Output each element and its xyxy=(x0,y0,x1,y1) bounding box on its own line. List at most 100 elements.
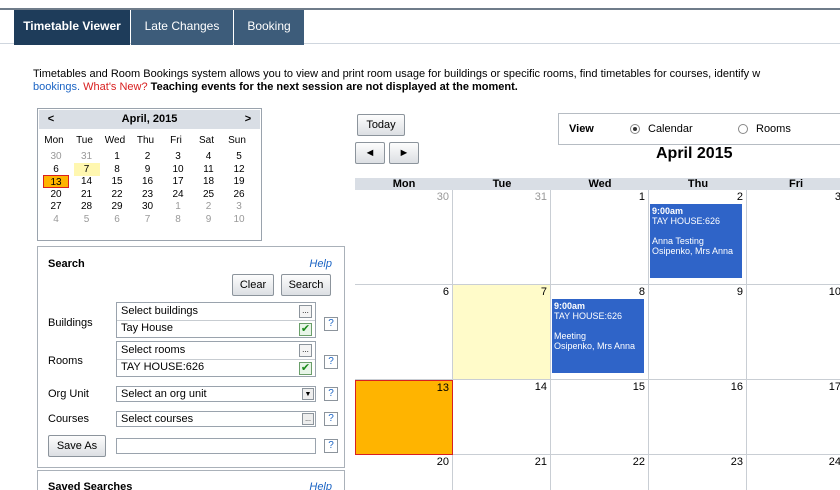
mini-calendar-day[interactable]: 23 xyxy=(135,188,161,201)
rooms-radio-label[interactable]: Rooms xyxy=(756,123,791,135)
mini-calendar-day[interactable]: 13 xyxy=(43,175,69,189)
org-unit-help-icon[interactable]: ? xyxy=(324,387,338,401)
mini-prev-month-button[interactable]: < xyxy=(42,110,60,129)
calendar-day-cell[interactable]: 22 xyxy=(551,455,649,490)
courses-browse-button[interactable]: ... xyxy=(302,413,314,425)
mini-calendar-day[interactable]: 8 xyxy=(104,163,130,176)
calendar-day-cell[interactable]: 1 xyxy=(551,190,649,285)
courses-help-icon[interactable]: ? xyxy=(324,412,338,426)
mini-calendar-day[interactable]: 27 xyxy=(43,200,69,213)
calendar-day-cell[interactable]: 16 xyxy=(649,380,747,455)
mini-calendar-day[interactable]: 28 xyxy=(74,200,100,213)
mini-calendar-day[interactable]: 11 xyxy=(196,163,222,176)
mini-calendar-day[interactable]: 2 xyxy=(135,150,161,163)
calendar-day-cell[interactable]: 6 xyxy=(355,285,453,380)
mini-calendar-day[interactable]: 10 xyxy=(165,163,191,176)
event-spacer xyxy=(554,321,642,331)
mini-calendar-day[interactable]: 10 xyxy=(226,213,252,226)
search-help-link[interactable]: Help xyxy=(309,258,332,270)
mini-calendar-day[interactable]: 9 xyxy=(135,163,161,176)
mini-calendar-day[interactable]: 3 xyxy=(226,200,252,213)
mini-calendar-day[interactable]: 19 xyxy=(226,175,252,188)
buildings-browse-button[interactable]: ... xyxy=(299,305,312,318)
mini-calendar-day[interactable]: 8 xyxy=(165,213,191,226)
mini-calendar-day[interactable]: 31 xyxy=(74,150,100,163)
tab-timetable-viewer[interactable]: Timetable Viewer xyxy=(14,10,130,45)
next-month-button[interactable]: ► xyxy=(389,142,419,164)
calendar-day-cell[interactable]: 31 xyxy=(453,190,551,285)
mini-calendar-day[interactable]: 5 xyxy=(74,213,100,226)
mini-calendar-day[interactable]: 5 xyxy=(226,150,252,163)
mini-calendar-day[interactable]: 12 xyxy=(226,163,252,176)
mini-calendar-day[interactable]: 3 xyxy=(165,150,191,163)
mini-calendar-day[interactable]: 24 xyxy=(165,188,191,201)
calendar-day-cell[interactable]: 24 xyxy=(747,455,840,490)
buildings-help-icon[interactable]: ? xyxy=(324,317,338,331)
mini-calendar-day[interactable]: 25 xyxy=(196,188,222,201)
mini-calendar-day[interactable]: 6 xyxy=(104,213,130,226)
mini-calendar-day[interactable]: 2 xyxy=(196,200,222,213)
calendar-day-cell[interactable]: 15 xyxy=(551,380,649,455)
mini-calendar-day[interactable]: 7 xyxy=(135,213,161,226)
calendar-day-cell[interactable]: 20 xyxy=(355,455,453,490)
save-as-button[interactable]: Save As xyxy=(48,435,106,457)
mini-calendar-day[interactable]: 30 xyxy=(43,150,69,163)
saved-searches-help-link[interactable]: Help xyxy=(309,481,332,490)
mini-calendar-day[interactable]: 26 xyxy=(226,188,252,201)
check-icon[interactable]: ✔ xyxy=(299,323,312,336)
rooms-field[interactable]: Select rooms ... TAY HOUSE:626 ✔ xyxy=(116,341,316,377)
calendar-day-cell[interactable]: 13 xyxy=(355,380,453,455)
save-as-help-icon[interactable]: ? xyxy=(324,439,338,453)
bookings-link[interactable]: bookings. xyxy=(33,81,80,93)
mini-calendar-day[interactable]: 20 xyxy=(43,188,69,201)
mini-calendar-day[interactable]: 9 xyxy=(196,213,222,226)
org-unit-select[interactable]: Select an org unit ▼ xyxy=(116,386,316,402)
calendar-event[interactable]: 9:00am TAY HOUSE:626 Meeting Osipenko, Mrs… xyxy=(552,299,644,373)
rooms-radio[interactable] xyxy=(738,124,748,134)
mini-next-month-button[interactable]: > xyxy=(239,110,257,129)
mini-calendar-day[interactable]: 4 xyxy=(196,150,222,163)
calendar-day-cell[interactable]: 3 xyxy=(747,190,840,285)
tab-late-changes[interactable]: Late Changes xyxy=(131,10,233,45)
buildings-field[interactable]: Select buildings ... Tay House ✔ xyxy=(116,302,316,338)
mini-calendar-day[interactable]: 30 xyxy=(135,200,161,213)
chevron-down-icon[interactable]: ▼ xyxy=(302,388,314,400)
mini-calendar-day[interactable]: 1 xyxy=(104,150,130,163)
mini-calendar-day[interactable]: 15 xyxy=(104,175,130,188)
calendar-radio-label[interactable]: Calendar xyxy=(648,123,693,135)
event-room: TAY HOUSE:626 xyxy=(554,311,623,321)
mini-calendar-day[interactable]: 21 xyxy=(74,188,100,201)
mini-calendar-day[interactable]: 4 xyxy=(43,213,69,226)
calendar-day-cell[interactable]: 30 xyxy=(355,190,453,285)
calendar-day-cell[interactable]: 21 xyxy=(453,455,551,490)
calendar-day-cell[interactable]: 14 xyxy=(453,380,551,455)
mini-calendar-day[interactable]: 14 xyxy=(74,175,100,188)
tab-booking[interactable]: Booking xyxy=(234,10,304,45)
calendar-day-cell[interactable]: 10 xyxy=(747,285,840,380)
mini-calendar-day[interactable]: 7 xyxy=(73,162,100,176)
mini-calendar-day[interactable]: 6 xyxy=(43,163,69,176)
calendar-day-cell[interactable]: 17 xyxy=(747,380,840,455)
today-button[interactable]: Today xyxy=(357,114,405,136)
rooms-browse-button[interactable]: ... xyxy=(299,344,312,357)
whats-new-link[interactable]: What's New? xyxy=(83,81,147,93)
search-button[interactable]: Search xyxy=(281,274,331,296)
calendar-day-cell[interactable]: 23 xyxy=(649,455,747,490)
mini-calendar-day[interactable]: 1 xyxy=(165,200,191,213)
check-icon[interactable]: ✔ xyxy=(299,362,312,375)
prev-month-button[interactable]: ◄ xyxy=(355,142,385,164)
courses-field[interactable]: Select courses ... xyxy=(116,411,316,427)
save-as-input[interactable] xyxy=(116,438,316,454)
mini-calendar-day[interactable]: 18 xyxy=(196,175,222,188)
mini-calendar-day[interactable]: 22 xyxy=(104,188,130,201)
mini-calendar-day[interactable]: 17 xyxy=(165,175,191,188)
calendar-radio[interactable] xyxy=(630,124,640,134)
calendar-event[interactable]: 9:00am TAY HOUSE:626 Anna Testing Osipenko… xyxy=(650,204,742,278)
intro-line-2: bookings. What's New? Teaching events fo… xyxy=(33,81,840,94)
mini-calendar-day[interactable]: 29 xyxy=(104,200,130,213)
calendar-day-cell[interactable]: 7 xyxy=(453,285,551,380)
calendar-day-cell[interactable]: 9 xyxy=(649,285,747,380)
rooms-help-icon[interactable]: ? xyxy=(324,355,338,369)
clear-button[interactable]: Clear xyxy=(232,274,274,296)
mini-calendar-day[interactable]: 16 xyxy=(135,175,161,188)
